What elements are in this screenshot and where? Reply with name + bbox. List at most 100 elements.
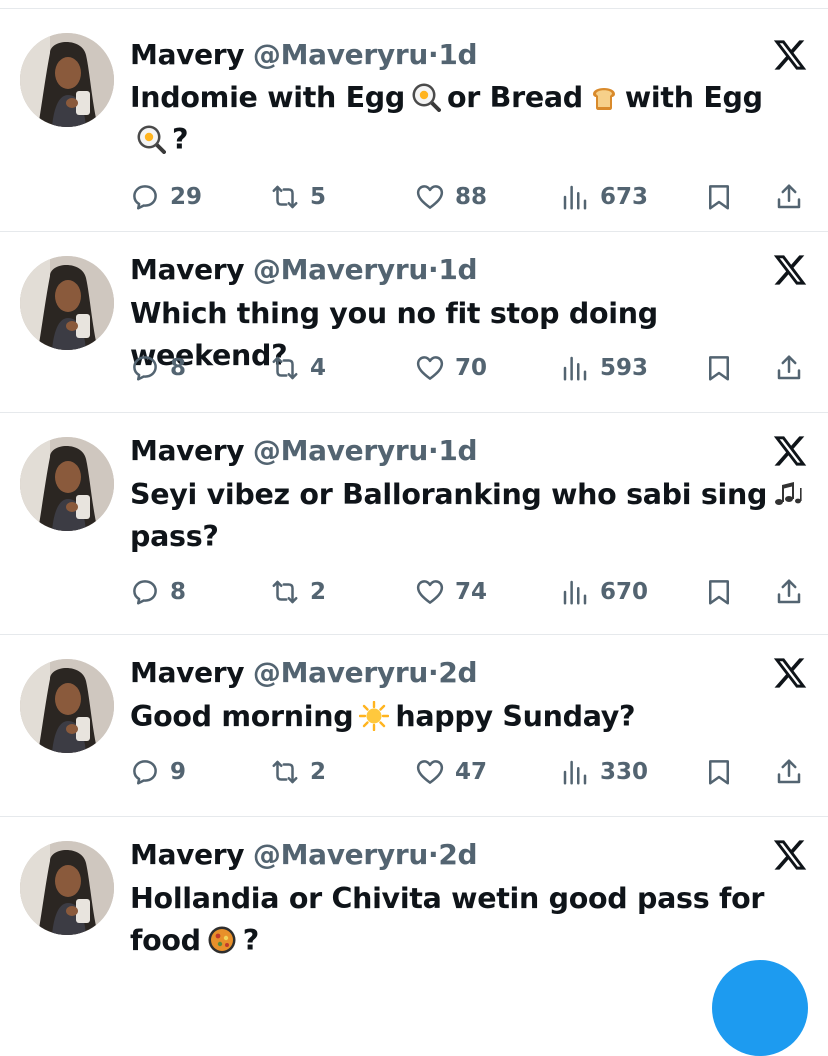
retweet-count: 4 [310,355,327,381]
bookmark-button[interactable] [704,350,734,386]
timestamp[interactable]: 1d [438,434,477,467]
frying-pan-egg-emoji [136,124,166,154]
like-button[interactable]: 47 [415,754,487,790]
retweet-icon [270,182,310,212]
retweet-button[interactable]: 5 [270,179,326,215]
display-name[interactable]: Mavery [130,434,245,467]
tweet-text-line: Hollandia or Chivita wetin good pass for [130,878,810,920]
separator-dot: · [427,253,439,286]
display-name[interactable]: Mavery [130,656,245,689]
like-button[interactable]: 74 [415,574,487,610]
retweet-button[interactable]: 2 [270,754,326,790]
tweet-header: Mavery @Maveryru·2d [130,655,478,691]
views-button[interactable]: 593 [560,350,648,386]
share-button[interactable] [774,574,804,610]
timestamp[interactable]: 1d [438,253,477,286]
reply-count: 9 [170,759,187,785]
tweet-text-segment: pass? [130,520,219,553]
reply-button[interactable]: 9 [130,754,186,790]
reply-button[interactable]: 8 [130,574,186,610]
tweet-text-line: pass? [130,516,810,558]
user-handle[interactable]: @Maveryru [253,253,428,286]
like-button[interactable]: 88 [415,179,487,215]
timestamp[interactable]: 2d [438,838,477,871]
tweet-actions: 8 2 74 670 [130,574,810,610]
x-logo-icon[interactable] [772,655,808,691]
musical-notes-emoji [773,479,803,509]
views-count: 593 [600,355,649,381]
x-logo-icon[interactable] [772,433,808,469]
tweet-header: Mavery @Maveryru·1d [130,37,478,73]
like-count: 70 [455,355,488,381]
timestamp[interactable]: 2d [438,656,477,689]
tweet-actions: 9 2 47 330 [130,754,810,790]
user-handle[interactable]: @Maveryru [253,38,428,71]
reply-count: 8 [170,355,187,381]
separator-dot: · [427,434,439,467]
reply-count: 8 [170,579,187,605]
bookmark-icon [704,577,734,607]
tweet-text-segment: happy Sunday? [395,700,636,733]
user-handle[interactable]: @Maveryru [253,656,428,689]
like-count: 74 [455,579,488,605]
tweet-text-segment: ? [172,123,189,156]
display-name[interactable]: Mavery [130,838,245,871]
share-icon [774,757,804,787]
x-logo-icon[interactable] [772,37,808,73]
like-count: 88 [455,184,488,210]
x-logo-icon[interactable] [772,252,808,288]
reply-icon [130,182,170,212]
avatar[interactable] [20,841,114,935]
compose-button[interactable] [712,960,808,1056]
share-icon [774,182,804,212]
like-icon [415,757,455,787]
avatar[interactable] [20,33,114,127]
timestamp[interactable]: 1d [438,38,477,71]
tweet[interactable]: Mavery @Maveryru·1d Indomie with Egg or Br… [0,9,828,232]
like-icon [415,353,455,383]
share-button[interactable] [774,179,804,215]
views-button[interactable]: 673 [560,179,648,215]
retweet-button[interactable]: 2 [270,574,326,610]
retweet-count: 2 [310,579,327,605]
tweet-text-line: food? [130,920,810,962]
user-handle[interactable]: @Maveryru [253,434,428,467]
tweet-header: Mavery @Maveryru·1d [130,252,478,288]
reply-button[interactable]: 29 [130,179,202,215]
separator-dot: · [427,838,439,871]
reply-button[interactable]: 8 [130,350,186,386]
tweet-text-line: Indomie with Egg or Bread with Egg [130,77,810,119]
tweet[interactable]: Mavery @Maveryru·1d Seyi vibez or Ballora… [0,413,828,635]
views-button[interactable]: 670 [560,574,648,610]
display-name[interactable]: Mavery [130,253,245,286]
tweet-text: Indomie with Egg or Bread with Egg? [130,77,810,161]
views-button[interactable]: 330 [560,754,648,790]
bookmark-button[interactable] [704,179,734,215]
avatar[interactable] [20,437,114,531]
tweet[interactable]: Mavery @Maveryru·1d Which thing you no fi… [0,232,828,413]
reply-icon [130,757,170,787]
avatar[interactable] [20,659,114,753]
share-icon [774,353,804,383]
display-name[interactable]: Mavery [130,38,245,71]
views-count: 673 [600,184,649,210]
bookmark-button[interactable] [704,574,734,610]
tweet-text: Seyi vibez or Balloranking who sabi sing… [130,474,810,558]
share-button[interactable] [774,350,804,386]
user-handle[interactable]: @Maveryru [253,838,428,871]
paella-emoji [207,925,237,955]
bookmark-button[interactable] [704,754,734,790]
share-button[interactable] [774,754,804,790]
tweet-text-segment: ? [242,924,260,957]
views-count: 670 [600,579,649,605]
views-icon [560,182,600,212]
reply-count: 29 [170,184,203,210]
retweet-icon [270,353,310,383]
tweet[interactable]: Mavery @Maveryru·2d Good morning happy Sun… [0,635,828,817]
retweet-button[interactable]: 4 [270,350,326,386]
like-button[interactable]: 70 [415,350,487,386]
x-logo-icon[interactable] [772,837,808,873]
tweet[interactable]: Mavery @Maveryru·2d Hollandia or Chivita … [0,817,828,977]
tweet-text-segment: Good morning [130,700,354,733]
avatar[interactable] [20,256,114,350]
